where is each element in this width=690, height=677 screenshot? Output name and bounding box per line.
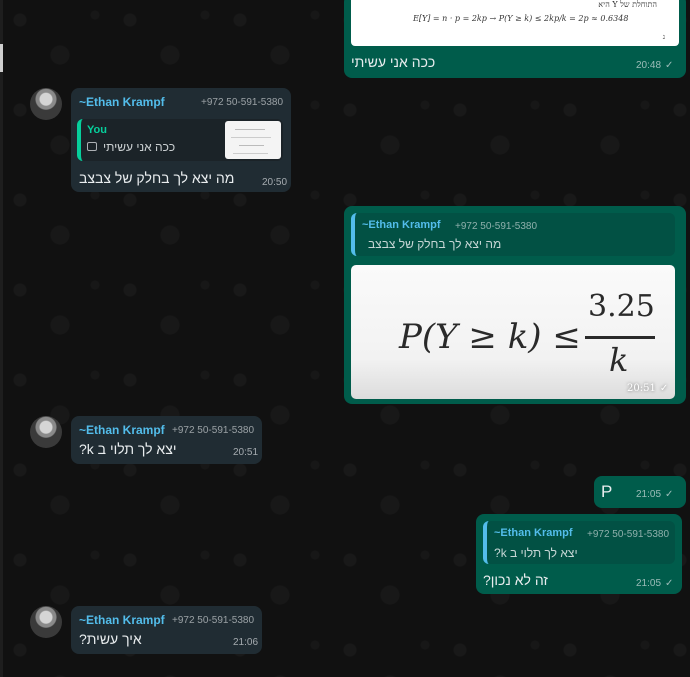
message-time-label: 20:51 bbox=[627, 383, 656, 394]
message-bubble-outgoing[interactable]: התוחלת של Y היא E[Y] = n · p = 2kp → P(Y… bbox=[344, 0, 686, 78]
quoted-text: ככה אני עשיתי bbox=[103, 140, 176, 154]
sender-name[interactable]: ~Ethan Krampf bbox=[79, 613, 165, 627]
message-time: 21:06 bbox=[233, 637, 259, 648]
message-time: 20:48 ✓ bbox=[636, 60, 673, 71]
message-bubble-outgoing[interactable]: ~Ethan Krampf +972 50-591-5380 יצא לך תל… bbox=[476, 514, 682, 594]
message-time: 20:51 bbox=[233, 447, 259, 458]
panel-divider[interactable] bbox=[0, 0, 3, 677]
message-time: 21:05 ✓ bbox=[636, 489, 673, 500]
fraction-bar bbox=[585, 336, 655, 339]
image-formula-text: E[Y] = n · p = 2kp → P(Y ≥ k) ≤ 2kp/k = … bbox=[413, 14, 629, 23]
read-tick-icon: ✓ bbox=[659, 383, 669, 394]
sender-name[interactable]: ~Ethan Krampf bbox=[79, 423, 165, 437]
message-text: P bbox=[601, 482, 613, 501]
avatar[interactable] bbox=[30, 88, 62, 120]
formula-lhs: P(Y ≥ k) ≤ bbox=[399, 317, 581, 357]
avatar[interactable] bbox=[30, 416, 62, 448]
message-text: ככה אני עשיתי bbox=[351, 54, 436, 70]
quoted-sender: You bbox=[87, 124, 107, 136]
read-tick-icon: ✓ bbox=[665, 489, 674, 500]
formula-denominator: k bbox=[609, 341, 629, 379]
quoted-message[interactable]: You ככה אני עשיתי bbox=[77, 119, 283, 161]
message-text: מה יצא לך בחלק של צבצב bbox=[79, 170, 235, 186]
image-time: 20:51 ✓ bbox=[627, 383, 668, 394]
message-time-label: 20:48 bbox=[636, 60, 662, 71]
image-icon bbox=[87, 142, 97, 151]
quoted-text: מה יצא לך בחלק של צבצב bbox=[368, 237, 502, 251]
scroll-indicator[interactable] bbox=[0, 44, 3, 72]
message-time-label: 21:05 bbox=[636, 578, 662, 589]
message-bubble-incoming[interactable]: ~Ethan Krampf +972 50-591-5380 יצא לך תל… bbox=[71, 416, 262, 464]
sender-name[interactable]: ~Ethan Krampf bbox=[79, 95, 165, 109]
read-tick-icon: ✓ bbox=[665, 578, 674, 589]
message-text: איך עשית? bbox=[79, 631, 142, 647]
message-time: 20:50 bbox=[262, 177, 288, 188]
message-text: יצא לך תלוי ב k? bbox=[79, 441, 177, 457]
quoted-message[interactable]: ~Ethan Krampf +972 50-591-5380 יצא לך תל… bbox=[483, 521, 675, 564]
message-bubble-outgoing[interactable]: ~Ethan Krampf +972 50-591-5380 מה יצא לך… bbox=[344, 206, 686, 404]
message-bubble-outgoing[interactable]: P 21:05 ✓ bbox=[594, 476, 686, 508]
image-corner-mark: נ bbox=[662, 33, 665, 41]
attached-image[interactable]: P(Y ≥ k) ≤ 3.25 k 20:51 ✓ bbox=[351, 265, 675, 399]
attached-image[interactable]: התוחלת של Y היא E[Y] = n · p = 2kp → P(Y… bbox=[351, 0, 679, 46]
message-text: זה לא נכון? bbox=[483, 572, 548, 588]
quoted-phone: +972 50-591-5380 bbox=[587, 529, 670, 540]
message-bubble-incoming[interactable]: ~Ethan Krampf +972 50-591-5380 איך עשית?… bbox=[71, 606, 262, 654]
image-heading-text: התוחלת של Y היא bbox=[598, 0, 657, 9]
message-time-label: 21:05 bbox=[636, 489, 662, 500]
read-tick-icon: ✓ bbox=[665, 60, 674, 71]
avatar[interactable] bbox=[30, 606, 62, 638]
sender-phone: +972 50-591-5380 bbox=[201, 97, 284, 108]
sender-phone: +972 50-591-5380 bbox=[172, 615, 255, 626]
quoted-sender: ~Ethan Krampf bbox=[362, 219, 441, 231]
message-time: 21:05 ✓ bbox=[636, 578, 673, 589]
quoted-sender: ~Ethan Krampf bbox=[494, 527, 573, 539]
quoted-message[interactable]: ~Ethan Krampf +972 50-591-5380 מה יצא לך… bbox=[351, 213, 675, 256]
quoted-image-thumbnail bbox=[225, 121, 281, 159]
sender-phone: +972 50-591-5380 bbox=[172, 425, 255, 436]
quoted-text: יצא לך תלוי ב k? bbox=[494, 546, 578, 560]
formula-numerator: 3.25 bbox=[588, 289, 655, 324]
message-bubble-incoming[interactable]: ~Ethan Krampf +972 50-591-5380 You ככה א… bbox=[71, 88, 291, 192]
quoted-phone: +972 50-591-5380 bbox=[455, 221, 538, 232]
